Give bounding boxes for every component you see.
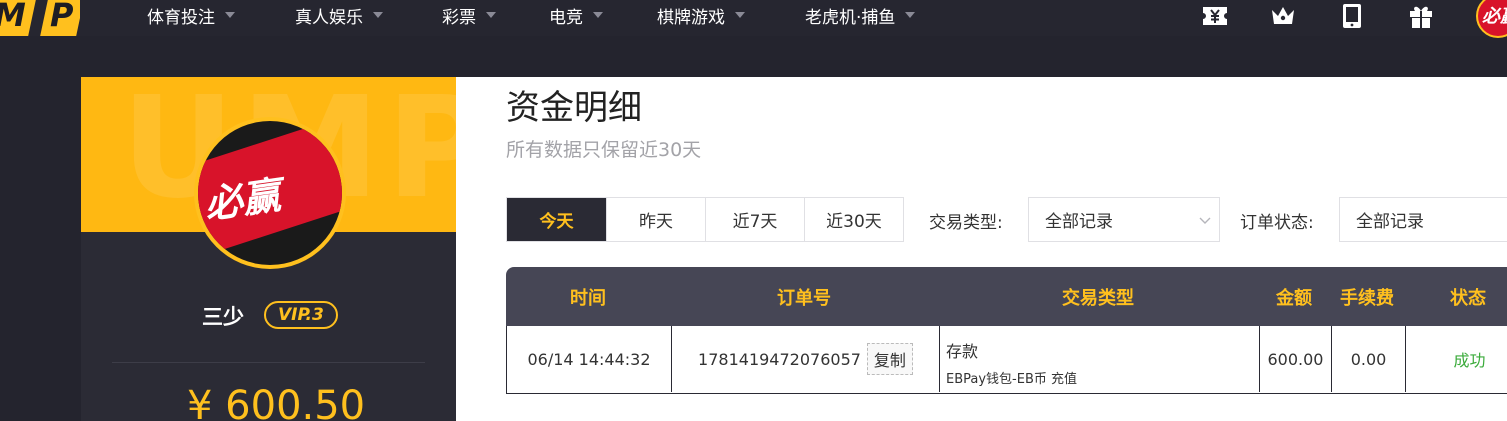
select-value: 全部记录 bbox=[1045, 212, 1113, 232]
order-status-select[interactable]: 全部记录 bbox=[1339, 197, 1507, 242]
order-number: 1781419472076057 bbox=[698, 349, 861, 369]
nav-live-casino[interactable]: 真人娱乐 bbox=[295, 0, 442, 30]
transaction-detail: EBPay钱包-EB币 充值 bbox=[946, 372, 1078, 387]
col-order-no: 订单号 bbox=[777, 287, 831, 309]
transaction-type-label: 交易类型: bbox=[929, 213, 1003, 233]
chevron-down-icon bbox=[735, 12, 745, 18]
order-status-label: 订单状态: bbox=[1240, 213, 1314, 233]
chevron-down-icon bbox=[373, 12, 383, 18]
vip-badge: VIP.3 bbox=[264, 301, 338, 329]
col-time: 时间 bbox=[570, 287, 606, 309]
avatar-inner: 必赢 bbox=[198, 121, 342, 265]
chevron-down-icon bbox=[486, 12, 496, 18]
username: 三少 bbox=[202, 305, 244, 329]
tablet-icon[interactable] bbox=[1338, 2, 1366, 30]
divider bbox=[112, 362, 425, 363]
nav-label: 体育投注 bbox=[147, 7, 215, 28]
main-nav: 体育投注 真人娱乐 彩票 电竞 棋牌游戏 老虎机·捕鱼 bbox=[147, 0, 955, 30]
tab-yesterday[interactable]: 昨天 bbox=[606, 198, 705, 241]
nav-label: 彩票 bbox=[442, 7, 476, 28]
user-avatar[interactable]: 必赢 bbox=[1476, 0, 1507, 38]
profile-card: UMP 必赢 三少 VIP.3 ¥ 600.50 bbox=[81, 77, 456, 421]
cell-transaction-type: 存款 EBPay钱包-EB币 充值 bbox=[939, 326, 1259, 392]
nav-label: 真人娱乐 bbox=[295, 7, 363, 28]
tab-today[interactable]: 今天 bbox=[507, 198, 606, 241]
nav-lottery[interactable]: 彩票 bbox=[442, 0, 549, 30]
nav-label: 老虎机·捕鱼 bbox=[805, 7, 896, 28]
main-panel: 资金明细 所有数据只保留近30天 今天 昨天 近7天 近30天 交易类型: 全部… bbox=[456, 77, 1507, 421]
top-navigation-bar: M P 体育投注 真人娱乐 彩票 电竞 棋牌游戏 老虎机·捕鱼 bbox=[0, 0, 1507, 38]
crown-icon[interactable] bbox=[1269, 2, 1297, 30]
transaction-type: 存款 bbox=[946, 342, 979, 361]
avatar-text: 必赢 bbox=[1482, 6, 1507, 27]
col-fee: 手续费 bbox=[1340, 287, 1394, 309]
col-amount: 金额 bbox=[1276, 287, 1312, 309]
chevron-down-icon bbox=[905, 12, 916, 18]
transaction-type-select[interactable]: 全部记录 bbox=[1028, 197, 1220, 242]
table-header: 时间 订单号 交易类型 金额 手续费 状态 bbox=[506, 267, 1507, 326]
page-title: 资金明细 bbox=[506, 88, 642, 128]
chevron-down-icon bbox=[593, 12, 603, 18]
date-range-tabs: 今天 昨天 近7天 近30天 bbox=[506, 197, 904, 242]
nav-chess-cards[interactable]: 棋牌游戏 bbox=[657, 0, 805, 30]
gift-icon[interactable] bbox=[1407, 2, 1435, 30]
nav-label: 棋牌游戏 bbox=[657, 7, 725, 28]
logo-letter-p: P bbox=[50, 0, 74, 34]
site-logo[interactable]: M P bbox=[0, 0, 80, 36]
chevron-down-icon bbox=[1199, 217, 1211, 224]
cell-status: 成功 bbox=[1405, 326, 1507, 392]
cell-amount: 600.00 bbox=[1259, 326, 1331, 392]
profile-avatar[interactable]: 必赢 bbox=[194, 117, 346, 269]
nav-label: 电竞 bbox=[549, 7, 583, 28]
table-row: 06/14 14:44:32 1781419472076057 复制 存款 EB… bbox=[506, 326, 1507, 394]
yen-ticket-icon[interactable] bbox=[1201, 2, 1229, 30]
transactions-table: 时间 订单号 交易类型 金额 手续费 状态 06/14 14:44:32 178… bbox=[506, 267, 1507, 394]
page-subtitle: 所有数据只保留近30天 bbox=[506, 139, 702, 161]
col-status: 状态 bbox=[1450, 287, 1486, 309]
account-balance: ¥ 600.50 bbox=[187, 383, 366, 421]
copy-button[interactable]: 复制 bbox=[866, 343, 913, 375]
chevron-down-icon bbox=[225, 12, 235, 18]
col-transaction-type: 交易类型 bbox=[1062, 287, 1134, 309]
cell-fee: 0.00 bbox=[1331, 326, 1405, 392]
tab-last-7-days[interactable]: 近7天 bbox=[705, 198, 804, 241]
logo-letter-m: M bbox=[0, 0, 26, 34]
nav-sports[interactable]: 体育投注 bbox=[147, 0, 295, 30]
cell-order-no: 1781419472076057 复制 bbox=[671, 326, 939, 392]
select-value: 全部记录 bbox=[1356, 212, 1424, 232]
avatar-text: 必赢 bbox=[201, 172, 284, 228]
cell-time: 06/14 14:44:32 bbox=[527, 349, 651, 369]
nav-slots-fishing[interactable]: 老虎机·捕鱼 bbox=[805, 0, 955, 30]
nav-esports[interactable]: 电竞 bbox=[549, 0, 657, 30]
tab-last-30-days[interactable]: 近30天 bbox=[804, 198, 903, 241]
